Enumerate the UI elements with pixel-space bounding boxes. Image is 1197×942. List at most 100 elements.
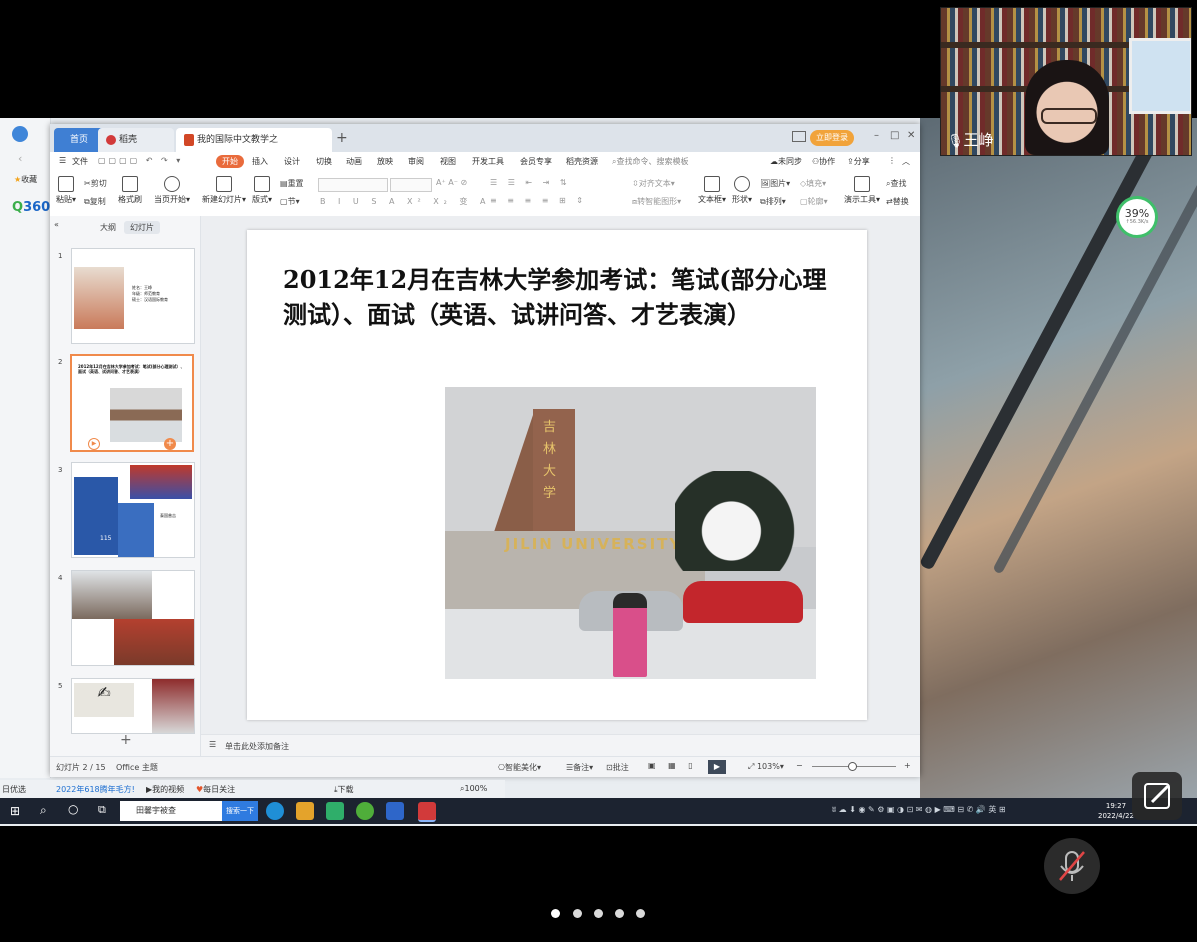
layout-button[interactable]: 版式▾ [252,176,272,205]
collect-link[interactable]: ★收藏 [14,174,37,185]
view-mode-buttons[interactable]: ▣ ▦ ▯ [648,761,698,770]
minimize-button[interactable]: – [874,130,879,141]
bookmark-item[interactable]: 日优选 [2,784,26,795]
task-view-icon[interactable]: ⧉ [98,803,106,817]
smart-beautify-button[interactable]: ⎔智能美化▾ [498,762,541,773]
annotate-button[interactable] [1132,772,1182,820]
performance-gauge[interactable]: 39% ↑56.3K/s [1116,196,1158,238]
participant-video-tile[interactable]: 🎙王峥 [940,7,1192,156]
play-slide-icon[interactable]: ▶ [88,438,100,450]
slide-photo-jilin-university[interactable]: 吉林大学 JILIN UNIVERSITY [445,387,816,679]
slide-title[interactable]: 2012年12月在吉林大学参加考试：笔试(部分心理测试）、面试（英语、试讲问答、… [283,262,843,332]
add-slide-button[interactable]: + [120,732,132,748]
collapse-panel-icon[interactable]: « [54,220,59,229]
new-tab-button[interactable]: + [336,130,348,146]
slideshow-button[interactable]: ▶ [708,760,726,774]
maximize-button[interactable]: □ [890,130,899,141]
menu-view[interactable]: 视图 [440,156,456,167]
align-text-button[interactable]: ⇳对齐文本▾ [632,178,675,189]
collapse-ribbon-icon[interactable]: ︿ [902,156,910,167]
tab-slides[interactable]: 幻灯片 [124,221,160,234]
mute-microphone-button[interactable] [1044,838,1100,894]
zoom-in-button[interactable]: + [904,761,911,770]
outline-button[interactable]: ▢轮廓▾ [800,196,828,207]
tab-document[interactable]: 我的国际中文教学之路.pptx✕ [176,128,332,169]
tab-home[interactable]: 首页 [54,128,104,152]
browser-zoom[interactable]: ⌕100% [460,784,487,794]
menu-slideshow[interactable]: 放映 [377,156,393,167]
windows-start-icon[interactable]: ⊞ [10,804,20,818]
bookmark-item[interactable]: ▶我的视频 [146,784,184,795]
text-box-button[interactable]: 文本框▾ [698,176,726,205]
notes-toggle[interactable]: ☰备注▾ [566,762,593,773]
reset-button[interactable]: ▤重置 [280,178,304,189]
menu-animation[interactable]: 动画 [346,156,362,167]
system-tray[interactable]: ʬ ☁ ⬇ ◉ ✎ ⚙ ▣ ◑ ⊡ ✉ ◍ ▶ ⌨ ⊟ ✆ 🔊 英 ⊞ [832,804,1006,815]
format-painter-button[interactable]: 格式刷 [118,176,142,205]
zoom-level[interactable]: ⤢ 103%▾ [748,762,784,772]
close-window-button[interactable]: ✕ [907,130,915,141]
cut-button[interactable]: ✂剪切 [84,178,107,189]
copy-button[interactable]: ⧉复制 [84,196,106,207]
font-size-select[interactable] [390,178,432,192]
page-dot-4[interactable] [615,909,624,918]
edge-browser-icon[interactable] [266,802,284,820]
slide-thumbnail-2[interactable]: 2012年12月在吉林大学参加考试：笔试(部分心理测试）、面试（英语、试讲问答、… [70,354,194,452]
zoom-out-button[interactable]: − [796,761,803,770]
share-button[interactable]: ⇪分享 [847,156,870,167]
quick-access-icons[interactable]: ▢▢▢▢ ↶ ↷ ▾ [98,156,183,165]
search-icon[interactable]: ⌕ [40,803,47,818]
slide-thumbnail-4[interactable] [71,570,195,666]
comments-toggle[interactable]: ⊡批注 [606,762,629,773]
page-dot-3[interactable] [594,909,603,918]
font-family-select[interactable] [318,178,388,192]
fill-button[interactable]: ◇填充▾ [800,178,826,189]
command-search[interactable]: ⌕查找命令、搜索模板 [612,156,688,167]
zoom-slider-thumb[interactable] [848,762,857,771]
play-from-current-button[interactable]: 当页开始▾ [154,176,190,205]
system-clock[interactable]: 19:27 2022/4/22 [1098,801,1134,821]
bookmark-item[interactable]: ♥每日关注 [196,784,235,795]
taskbar-search-button[interactable]: 搜索一下 [222,801,258,821]
menu-docer-resources[interactable]: 稻壳资源 [566,156,598,167]
picture-button[interactable]: 🖼图片▾ [760,178,790,189]
add-slide-after-icon[interactable]: + [164,438,176,450]
tab-docer[interactable]: 稻壳 [98,128,174,152]
back-arrow-icon[interactable]: ‹ [18,152,22,165]
page-dot-2[interactable] [573,909,582,918]
smartart-button[interactable]: ⧈转智能图形▾ [632,196,681,207]
notes-pane[interactable]: ☰ 单击此处添加备注 [201,734,920,757]
menu-home[interactable]: 开始 [216,155,244,168]
paragraph-align-buttons[interactable]: ≡ ≡ ≡ ≡ ⊞ ⇕ [490,196,587,205]
current-slide[interactable]: 2012年12月在吉林大学参加考试：笔试(部分心理测试）、面试（英语、试讲问答、… [247,230,867,720]
replace-button[interactable]: ⇄替换 [886,196,909,207]
cortana-icon[interactable]: ○ [68,802,78,816]
slide-thumbnail-1[interactable]: 姓名：王峥 年级：师范教育 硕士：汉语国际教育 [71,248,195,344]
sync-status[interactable]: ☁未同步 [770,156,802,167]
page-dot-5[interactable] [636,909,645,918]
page-dot-1[interactable] [551,909,560,918]
paste-button[interactable]: 粘贴▾ [56,176,76,205]
menu-developer[interactable]: 开发工具 [472,156,504,167]
arrange-button[interactable]: ⧉排列▾ [760,196,786,207]
font-style-buttons[interactable]: B I U S A X² X₂ 变 A [320,196,490,207]
slide-thumbnail-5[interactable]: ✍ [71,678,195,734]
shape-button[interactable]: 形状▾ [732,176,752,205]
login-button[interactable]: 立即登录 [810,130,854,146]
store-icon[interactable] [296,802,314,820]
media-player-icon[interactable] [326,802,344,820]
wps-taskbar-icon[interactable] [418,802,436,822]
more-icon[interactable]: ⋮ [888,156,896,165]
presentation-tools-button[interactable]: 演示工具▾ [844,176,880,205]
window-layout-icon[interactable] [792,131,806,142]
hamburger-icon[interactable]: ☰ [59,156,66,165]
menu-file[interactable]: 文件 [72,156,88,167]
menu-insert[interactable]: 插入 [252,156,268,167]
menu-design[interactable]: 设计 [284,156,300,167]
app-icon[interactable] [386,802,404,820]
menu-review[interactable]: 审阅 [408,156,424,167]
menu-transition[interactable]: 切换 [316,156,332,167]
find-button[interactable]: ⌕查找 [886,178,906,189]
font-size-buttons[interactable]: A⁺ A⁻ ⊘ [436,178,467,187]
collaborate-button[interactable]: ⚇协作 [812,156,835,167]
